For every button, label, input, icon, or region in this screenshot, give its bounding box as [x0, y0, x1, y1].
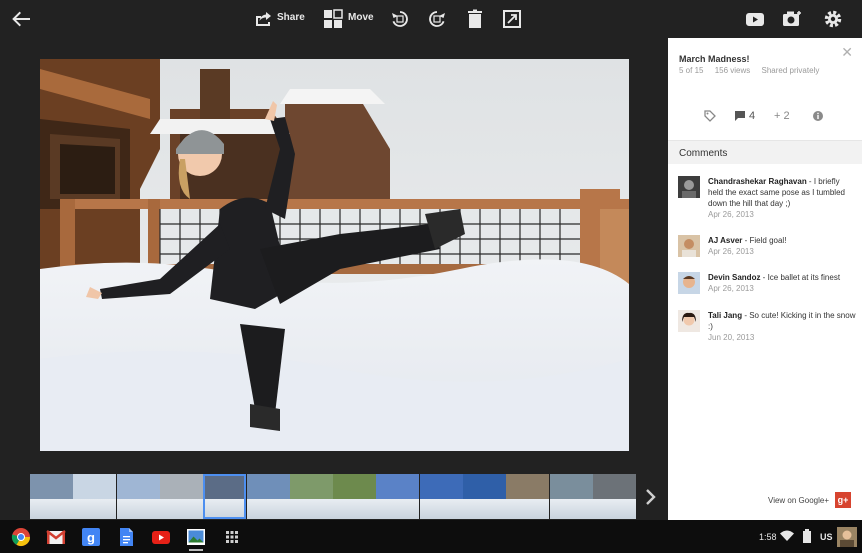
tag-icon[interactable] [704, 110, 716, 122]
photo-actions: 4 + 2 [668, 108, 862, 126]
plus-count: + 2 [774, 110, 790, 122]
filmstrip [30, 474, 636, 519]
filmstrip-thumbnail[interactable] [117, 474, 160, 519]
trash-icon[interactable] [464, 8, 486, 30]
photo-position: 5 of 15 [679, 66, 703, 75]
filmstrip-thumbnail[interactable] [333, 474, 376, 519]
comment-count: 4 [749, 110, 755, 122]
gear-icon[interactable] [822, 8, 844, 30]
comment-date: Apr 26, 2013 [708, 283, 856, 294]
app-launcher-icon[interactable] [222, 527, 242, 547]
avatar[interactable] [678, 176, 700, 198]
camera-icon[interactable] [781, 8, 803, 30]
battery-icon[interactable] [802, 529, 812, 543]
move-label[interactable]: Move [348, 12, 374, 23]
google-search-icon[interactable]: g [81, 527, 101, 547]
top-right-toolbar [668, 0, 862, 38]
photos-icon[interactable] [186, 527, 206, 547]
view-count: 156 views [715, 66, 751, 75]
main-photo[interactable] [40, 59, 629, 451]
avatar[interactable] [678, 310, 700, 332]
os-shelf: g 1:58 US [0, 520, 862, 553]
comment-author[interactable]: Tali Jang [708, 311, 742, 320]
comment-author[interactable]: AJ Asver [708, 236, 742, 245]
comments-title: Comments [679, 148, 727, 159]
active-app-indicator [189, 549, 203, 551]
share-icon[interactable] [253, 8, 275, 30]
filmstrip-thumbnail[interactable] [290, 474, 333, 519]
filmstrip-thumbnail[interactable] [30, 474, 73, 519]
rotate-right-icon[interactable] [426, 8, 448, 30]
user-avatar[interactable] [837, 527, 857, 547]
youtube-app-icon[interactable] [151, 527, 171, 547]
comment-text: - Ice ballet at its finest [760, 273, 840, 282]
filmstrip-thumbnail[interactable] [463, 474, 506, 519]
filmstrip-thumbnail[interactable] [506, 474, 549, 519]
move-icon[interactable] [322, 8, 344, 30]
avatar[interactable] [678, 235, 700, 257]
rotate-left-icon[interactable] [389, 8, 411, 30]
comments-header: Comments [668, 140, 862, 164]
photo-viewer-app: Share Move [0, 0, 862, 553]
plus-one-button[interactable]: + 2 [774, 110, 790, 122]
filmstrip-thumbnail[interactable] [73, 474, 116, 519]
chevron-right-icon[interactable] [642, 484, 660, 510]
filmstrip-thumbnail[interactable] [160, 474, 203, 519]
filmstrip-thumbnail[interactable] [420, 474, 463, 519]
back-arrow-icon[interactable] [10, 8, 32, 30]
svg-text:g: g [87, 530, 95, 545]
wifi-icon[interactable] [780, 529, 794, 543]
filmstrip-thumbnail[interactable] [550, 474, 593, 519]
info-panel: ✕ March Madness! 5 of 15 156 views Share… [668, 38, 862, 520]
comment-date: Jun 20, 2013 [708, 332, 856, 343]
toolbar: Share Move [0, 0, 668, 38]
info-icon[interactable] [812, 110, 824, 122]
chrome-icon[interactable] [11, 527, 31, 547]
fullscreen-icon[interactable] [501, 8, 523, 30]
album-meta: 5 of 15 156 views Shared privately [679, 66, 828, 75]
gmail-icon[interactable] [46, 527, 66, 547]
filmstrip-thumbnail[interactable] [247, 474, 290, 519]
locale-indicator[interactable]: US [820, 532, 833, 542]
comment-icon [734, 110, 746, 122]
comment-date: Apr 26, 2013 [708, 246, 856, 257]
comment-date: Apr 26, 2013 [708, 209, 856, 220]
comment-count-button[interactable]: 4 [734, 110, 755, 122]
share-label[interactable]: Share [277, 12, 305, 23]
avatar[interactable] [678, 272, 700, 294]
youtube-icon[interactable] [744, 8, 766, 30]
view-on-gplus-link[interactable]: View on Google+ [768, 496, 829, 505]
filmstrip-thumbnail[interactable] [593, 474, 636, 519]
filmstrip-thumbnail[interactable] [203, 474, 246, 519]
comment-text: - Field goal! [742, 236, 786, 245]
gplus-icon[interactable]: g+ [835, 492, 851, 508]
close-icon[interactable]: ✕ [841, 45, 853, 59]
sharing-status[interactable]: Shared privately [762, 66, 820, 75]
docs-icon[interactable] [116, 527, 136, 547]
comment-author[interactable]: Devin Sandoz [708, 273, 760, 282]
viewer-area: Share Move [0, 0, 668, 520]
clock[interactable]: 1:58 [759, 532, 777, 542]
album-title[interactable]: March Madness! [679, 54, 750, 64]
filmstrip-thumbnail[interactable] [376, 474, 419, 519]
comment-author[interactable]: Chandrashekar Raghavan [708, 177, 807, 186]
